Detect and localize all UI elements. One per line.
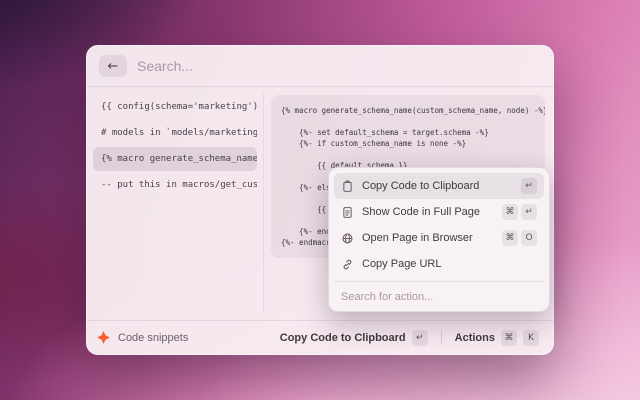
menu-item-show-full-page[interactable]: Show Code in Full Page ⌘ ↵ — [334, 199, 544, 225]
menu-item-copy-code[interactable]: Copy Code to Clipboard ↵ — [334, 173, 544, 199]
search-input[interactable] — [137, 58, 541, 74]
back-arrow-icon: ← — [107, 58, 119, 74]
menu-item-label: Copy Page URL — [362, 258, 442, 270]
snippet-item-label: {{ config(schema='marketing') }} sel… — [101, 102, 257, 112]
action-search-input[interactable] — [341, 290, 537, 303]
primary-action-label: Copy Code to Clipboard — [279, 331, 406, 344]
menu-item-open-browser[interactable]: Open Page in Browser ⌘ O — [334, 225, 544, 251]
document-icon — [341, 206, 354, 219]
actions-button-label: Actions — [454, 331, 495, 344]
snippet-item-generate-schema-name[interactable]: {% macro generate_schema_name(c… — [93, 147, 257, 171]
menu-item-shortcut: ↵ — [521, 178, 537, 194]
footer-app-label: Code snippets — [118, 331, 189, 344]
actions-button[interactable]: Actions ⌘ K — [451, 327, 543, 349]
globe-icon — [341, 232, 354, 245]
snippet-list: {{ config(schema='marketing') }} sel… # … — [87, 87, 263, 320]
k-keycap: K — [523, 329, 539, 346]
dbt-logo-icon — [97, 331, 110, 344]
enter-keycap: ↵ — [411, 329, 428, 346]
cmd-keycap: ⌘ — [501, 329, 517, 346]
footer-app: Code snippets — [97, 331, 188, 344]
link-icon — [341, 258, 354, 271]
footer-separator — [440, 330, 442, 345]
menu-item-copy-url[interactable]: Copy Page URL — [334, 251, 544, 277]
footer-bar: Code snippets Copy Code to Clipboard ↵ A… — [87, 320, 553, 354]
snippet-item-models-note[interactable]: # models in `models/marketing/ will… — [93, 121, 257, 145]
back-button[interactable]: ← — [99, 55, 127, 77]
menu-item-label: Copy Code to Clipboard — [362, 180, 480, 192]
clipboard-icon — [341, 180, 354, 193]
primary-action-button[interactable]: Copy Code to Clipboard ↵ — [276, 327, 432, 349]
footer-actions: Copy Code to Clipboard ↵ Actions ⌘ K — [276, 327, 543, 349]
menu-item-shortcut: ⌘ ↵ — [502, 204, 537, 220]
menu-item-label: Open Page in Browser — [362, 232, 473, 244]
menu-item-shortcut: ⌘ O — [502, 230, 537, 246]
snippet-item-label: {% macro generate_schema_name(c… — [101, 154, 257, 164]
search-header: ← — [87, 46, 553, 86]
desktop-wallpaper: ← {{ config(schema='marketing') }} sel… … — [0, 0, 640, 400]
launcher-window: ← {{ config(schema='marketing') }} sel… … — [86, 45, 554, 355]
snippet-item-label: # models in `models/marketing/ will… — [101, 128, 257, 138]
action-search-row — [334, 281, 544, 311]
snippet-item-macros-note[interactable]: -- put this in macros/get_custom_sc… — [93, 173, 257, 197]
snippet-item-config-schema[interactable]: {{ config(schema='marketing') }} sel… — [93, 95, 257, 119]
menu-item-label: Show Code in Full Page — [362, 206, 481, 218]
actions-menu: Copy Code to Clipboard ↵ Show Code in Fu… — [328, 167, 550, 312]
snippet-item-label: -- put this in macros/get_custom_sc… — [101, 180, 257, 190]
